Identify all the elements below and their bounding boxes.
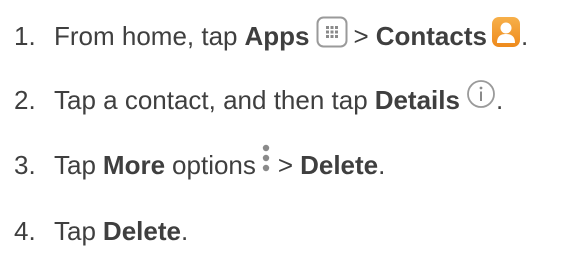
step-number: 3. [14,150,36,180]
contacts-label: Contacts [375,21,487,51]
step-text: Tap a contact, and then tap [54,85,368,115]
separator: > [353,21,369,51]
more-label: More [102,150,166,180]
info-icon [466,79,496,109]
details-label: Details [374,85,460,115]
delete-label: Delete [102,216,181,246]
apps-grid-icon [316,16,348,48]
step-text: Tap [54,216,96,246]
more-options-icon [260,140,272,180]
instruction-list: 1. From home, tap Apps > Contacts . 2. T… [0,0,587,263]
options-label: options [172,150,256,180]
step-text: From home, tap [54,21,238,51]
step-1: 1. From home, tap Apps > Contacts . [12,16,528,56]
apps-label: Apps [244,21,310,51]
period: . [520,21,529,51]
contacts-icon [491,16,521,48]
separator: > [277,150,294,180]
step-4: 4. Tap Delete . [12,211,188,251]
period: . [495,85,504,115]
step-number: 4. [14,216,36,246]
period: . [180,216,189,246]
step-3: 3. Tap More options > Delete . [12,144,386,185]
step-text: Tap [54,150,96,180]
step-number: 1. [14,21,36,51]
step-2: 2. Tap a contact, and then tap Details . [12,80,503,120]
delete-label: Delete [300,150,379,180]
period: . [378,150,386,180]
step-number: 2. [14,85,36,115]
